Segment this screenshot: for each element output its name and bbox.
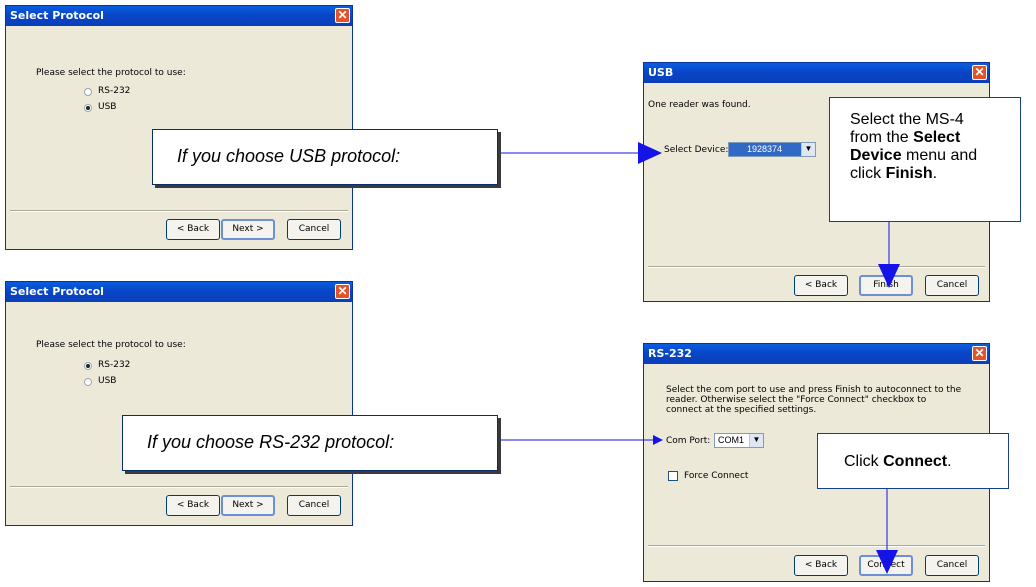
usb-note-line-4-suffix: . xyxy=(932,165,938,182)
callout-rs232: If you choose RS-232 protocol: xyxy=(122,415,498,471)
callout-usb: If you choose USB protocol: xyxy=(152,129,498,185)
callout-usb-text: If you choose USB protocol: xyxy=(177,146,401,166)
usb-note-line-3: Device menu and xyxy=(850,147,977,165)
callout-rs232-text: If you choose RS-232 protocol: xyxy=(147,432,395,452)
usb-note-finish-emphasis: Finish xyxy=(885,165,933,182)
usb-note-select-emphasis: Select xyxy=(913,129,961,146)
rs232-note-prefix: Click xyxy=(844,453,884,470)
usb-note-device-emphasis: Device xyxy=(850,147,902,164)
usb-note-line-2: from the Select xyxy=(850,129,977,147)
rs232-note-connect-emphasis: Connect xyxy=(883,453,948,470)
rs232-note-suffix: . xyxy=(947,453,952,470)
usb-instruction-note: Select the MS-4 from the Select Device m… xyxy=(829,97,1021,222)
rs232-instruction-text: Click Connect. xyxy=(844,453,952,471)
connector-arrows xyxy=(497,142,900,574)
usb-instruction-text: Select the MS-4 from the Select Device m… xyxy=(850,111,977,183)
usb-note-line-4: click Finish. xyxy=(850,165,977,183)
usb-note-line-3-suffix: menu and xyxy=(901,147,978,164)
usb-note-line-1: Select the MS-4 xyxy=(850,111,964,128)
usb-note-line-4-prefix: click xyxy=(850,165,886,182)
rs232-instruction-note: Click Connect. xyxy=(817,433,1009,489)
usb-note-line-2-prefix: from the xyxy=(850,129,914,146)
